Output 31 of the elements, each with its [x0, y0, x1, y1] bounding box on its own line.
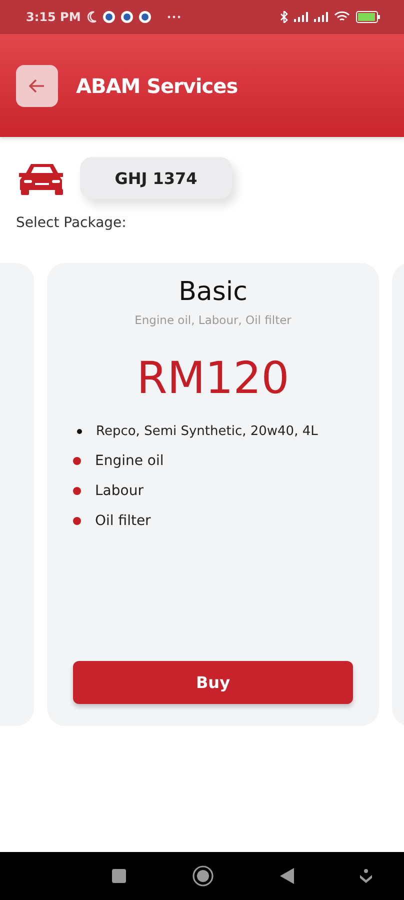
bullet-icon — [73, 487, 81, 495]
battery-icon — [356, 11, 382, 23]
bluetooth-icon — [280, 11, 288, 23]
moon-icon — [86, 11, 97, 23]
download-icon[interactable] — [360, 869, 372, 883]
app-title: ABAM Services — [76, 74, 238, 98]
bullet-icon — [77, 429, 82, 434]
plate-number: GHJ 1374 — [80, 157, 232, 199]
home-icon[interactable] — [192, 865, 214, 887]
status-time: 3:15 PM — [26, 10, 81, 24]
package-item: Labour — [95, 483, 144, 499]
more-icon — [166, 15, 181, 19]
package-item: Engine oil — [95, 453, 164, 469]
package-item: Oil filter — [95, 513, 151, 529]
signal-icon — [294, 12, 308, 22]
bullet-icon — [73, 517, 81, 525]
notification-icon — [138, 11, 151, 23]
signal-icon — [314, 12, 328, 22]
package-summary: Engine oil, Labour, Oil filter — [134, 313, 292, 327]
notification-icon — [120, 11, 133, 23]
buy-button[interactable]: Buy — [73, 661, 353, 704]
notification-icon — [102, 11, 115, 23]
back-button[interactable] — [16, 64, 58, 106]
arrow-icon — [29, 78, 45, 92]
back-icon[interactable] — [280, 868, 294, 884]
wifi-icon — [334, 11, 350, 23]
bullet-icon — [73, 457, 81, 465]
section-label: Select Package: — [15, 214, 128, 231]
package-item: Repco, Semi Synthetic, 20w40, 4L — [96, 424, 318, 439]
package-name: Basic — [178, 277, 248, 307]
package-price: RM120 — [136, 353, 290, 404]
